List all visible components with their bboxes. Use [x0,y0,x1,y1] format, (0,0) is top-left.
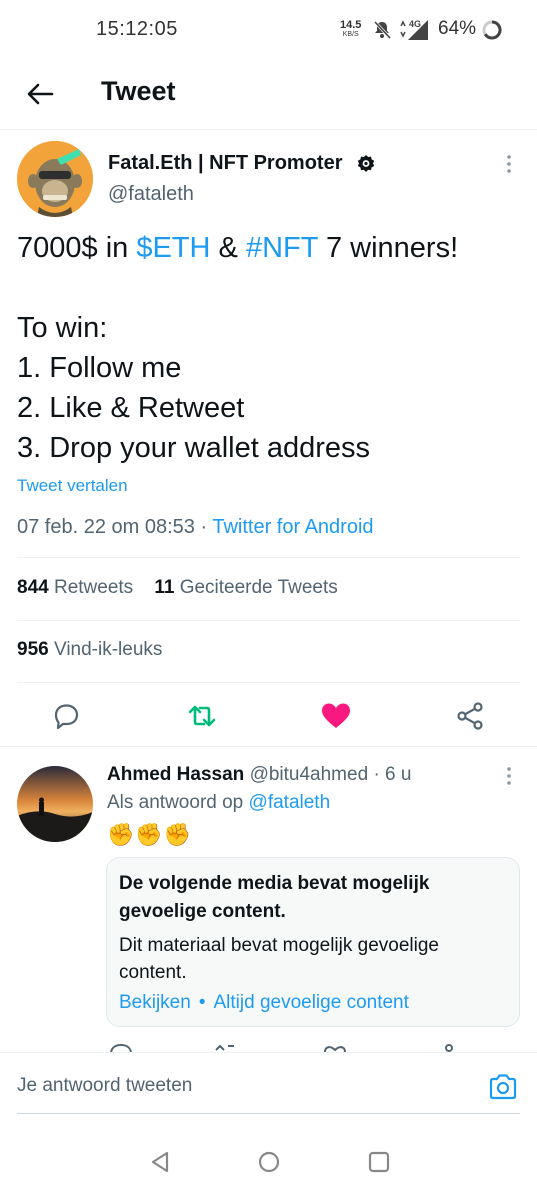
reply-action-row [0,1040,537,1052]
battery-level: 64% [438,18,477,39]
tweet-line: 1. Follow me [17,352,182,384]
retweet-icon[interactable] [186,700,218,732]
page-title: Tweet [101,76,176,106]
replying-to-mention[interactable]: @fataleth [249,792,331,813]
sensitive-media-body: Dit materiaal bevat mogelijk gevoelige c… [119,935,439,983]
reply-dot: · [373,764,380,785]
author-handle[interactable]: @fataleth [108,183,194,206]
sensitive-media-card: De volgende media bevat mogelijk gevoeli… [106,857,520,1027]
tweet-line: 3. Drop your wallet address [17,432,370,464]
network-speed: 14.5 KB/S [340,20,361,40]
nav-recents-icon[interactable] [367,1150,391,1174]
replying-to: Als antwoord op @fataleth [107,792,330,814]
reply-emojis: ✊✊✊ [107,822,193,847]
top-app-bar: Tweet [0,60,537,130]
tweet-line: 7000$ in $ETH & #NFT 7 winners! [17,228,522,268]
likes-stat[interactable]: 956 Vind-ik-leuks [17,639,162,661]
always-show-sensitive-button[interactable]: Altijd gevoelige content [213,992,408,1013]
like-icon[interactable] [320,700,352,732]
quotes-count: 11 [154,577,175,598]
reply-time: 6 u [385,764,412,785]
verified-badge-icon [357,155,375,172]
reply-icon[interactable] [50,700,82,732]
quotes-stat[interactable]: 11 Geciteerde Tweets [154,577,337,598]
reply-author-avatar[interactable] [17,766,93,842]
reply-author-name[interactable]: Ahmed Hassan [107,764,244,785]
tweet-text-segment: & [210,232,246,264]
nav-back-icon[interactable] [148,1150,172,1174]
retweets-label: Retweets [53,577,134,598]
meta-separator: · [194,516,213,538]
camera-icon[interactable] [488,1073,518,1101]
battery-icon [482,20,502,40]
compose-underline [17,1113,520,1114]
status-time: 15:12:05 [96,18,178,40]
reply-more-options-icon[interactable] [500,765,518,787]
tweet-stats-row: 844 Retweets 11 Geciteerde Tweets [17,577,338,599]
tweet-line: 2. Like & Retweet [17,392,245,424]
status-bar: 15:12:05 14.5 KB/S 4G 64% [0,0,537,60]
section-divider [0,746,537,747]
author-avatar[interactable] [17,141,93,217]
reply-input[interactable] [17,1075,417,1097]
tweet-body: 7000$ in $ETH & #NFT 7 winners! To win: … [17,228,522,468]
likes-label: Vind-ik-leuks [53,639,163,660]
retweets-count: 844 [17,577,49,598]
reply-share-icon[interactable] [436,1042,462,1052]
hashtag-nft-link[interactable]: #NFT [246,232,318,264]
network-speed-unit: KB/S [342,31,359,38]
reply-retweet-icon[interactable] [212,1042,238,1052]
cashtag-eth-link[interactable]: $ETH [136,232,210,264]
divider [17,620,520,621]
mute-icon [373,20,392,40]
tweet-line: To win: [17,312,108,344]
reply-author-handle[interactable]: @bitu4ahmed [250,764,369,785]
sensitive-media-title: De volgende media bevat mogelijk gevoeli… [119,873,430,922]
network-type: 4G [409,19,421,29]
sunset-avatar-image [17,766,93,842]
view-media-button[interactable]: Bekijken [119,992,191,1013]
translate-tweet-link[interactable]: Tweet vertalen [17,476,128,496]
divider [17,682,520,683]
reply-reply-icon[interactable] [108,1042,134,1052]
nav-home-icon[interactable] [257,1150,281,1174]
system-navigation-bar [0,1130,537,1200]
more-options-icon[interactable] [500,153,518,175]
replying-to-label: Als antwoord op [107,792,249,813]
sensitive-dot: • [198,992,206,1013]
sensitive-media-actions: Bekijken • Altijd gevoelige content [119,992,409,1014]
divider [17,557,520,558]
reply-header: Ahmed Hassan @bitu4ahmed · 6 u [107,764,411,786]
tweet-source-link[interactable]: Twitter for Android [212,516,373,538]
tweet-text-segment: 7 winners! [317,232,459,264]
quotes-label: Geciteerde Tweets [179,577,338,598]
signal-icon: 4G [400,19,428,40]
tweet-metadata: 07 feb. 22 om 08:53 · Twitter for Androi… [17,516,374,539]
back-arrow-icon[interactable] [24,78,56,110]
share-icon[interactable] [454,700,486,732]
retweets-stat[interactable]: 844 Retweets [17,577,133,598]
tweet-text-segment: 7000$ in [17,232,137,264]
likes-count: 956 [17,639,49,660]
ape-avatar-image [17,141,93,217]
reply-like-icon[interactable] [322,1042,348,1052]
reply-compose-bar [0,1052,537,1116]
author-name[interactable]: Fatal.Eth | NFT Promoter [108,152,343,175]
tweet-timestamp: 07 feb. 22 om 08:53 [17,516,195,538]
